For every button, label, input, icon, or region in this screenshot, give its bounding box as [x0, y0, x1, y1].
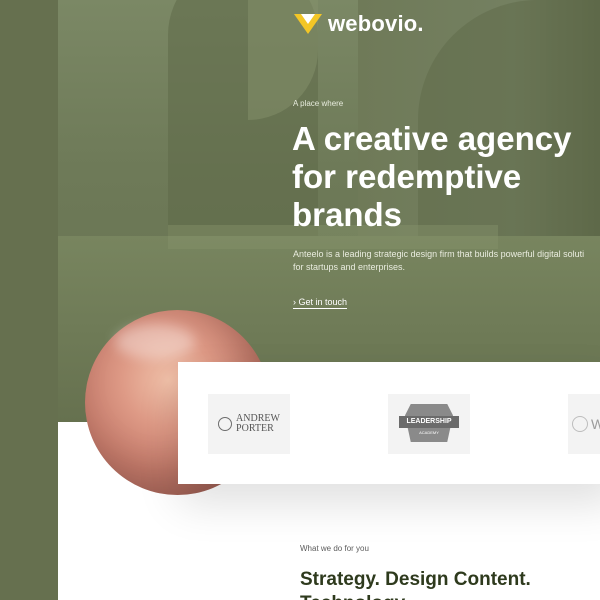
- partner-name-line-2: PORTER: [236, 423, 274, 434]
- left-olive-strip: [0, 0, 58, 600]
- partner-w-text: W: [591, 416, 600, 432]
- globe-icon: [572, 416, 588, 432]
- hero-description-line-2: for startups and enterprises.: [293, 262, 406, 272]
- services-title-line-1: Strategy. Design Content.: [300, 569, 531, 590]
- page: webovio. A place where A creative agency…: [0, 0, 600, 600]
- badge-title: LEADERSHIP: [399, 416, 459, 428]
- partner-logo-andrew-porter[interactable]: ANDREW PORTER: [208, 394, 290, 454]
- services-title-line-2: Technology: [300, 592, 405, 600]
- badge-subtitle: ACADEMY: [419, 430, 439, 435]
- hero-headline: A creative agency for redemptive brands: [292, 120, 572, 233]
- partner-logo-w[interactable]: W: [568, 394, 600, 454]
- circle-button-icon: [218, 417, 233, 431]
- get-in-touch-link[interactable]: › Get in touch: [293, 297, 348, 309]
- brand-name: webovio.: [328, 11, 424, 36]
- logo-mark-icon: [294, 14, 322, 34]
- brand-logo[interactable]: webovio.: [294, 11, 424, 37]
- services-eyebrow: What we do for you: [300, 544, 369, 553]
- partner-logo-leadership-academy[interactable]: LEADERSHIP ACADEMY: [388, 394, 470, 454]
- badge-icon: LEADERSHIP ACADEMY: [399, 402, 459, 446]
- partner-logos-card: ANDREW PORTER LEADERSHIP ACADEMY W: [178, 362, 600, 484]
- hero-eyebrow: A place where: [293, 99, 344, 108]
- hero-description-line-1: Anteelo is a leading strategic design fi…: [293, 249, 585, 259]
- hero-description: Anteelo is a leading strategic design fi…: [293, 248, 600, 274]
